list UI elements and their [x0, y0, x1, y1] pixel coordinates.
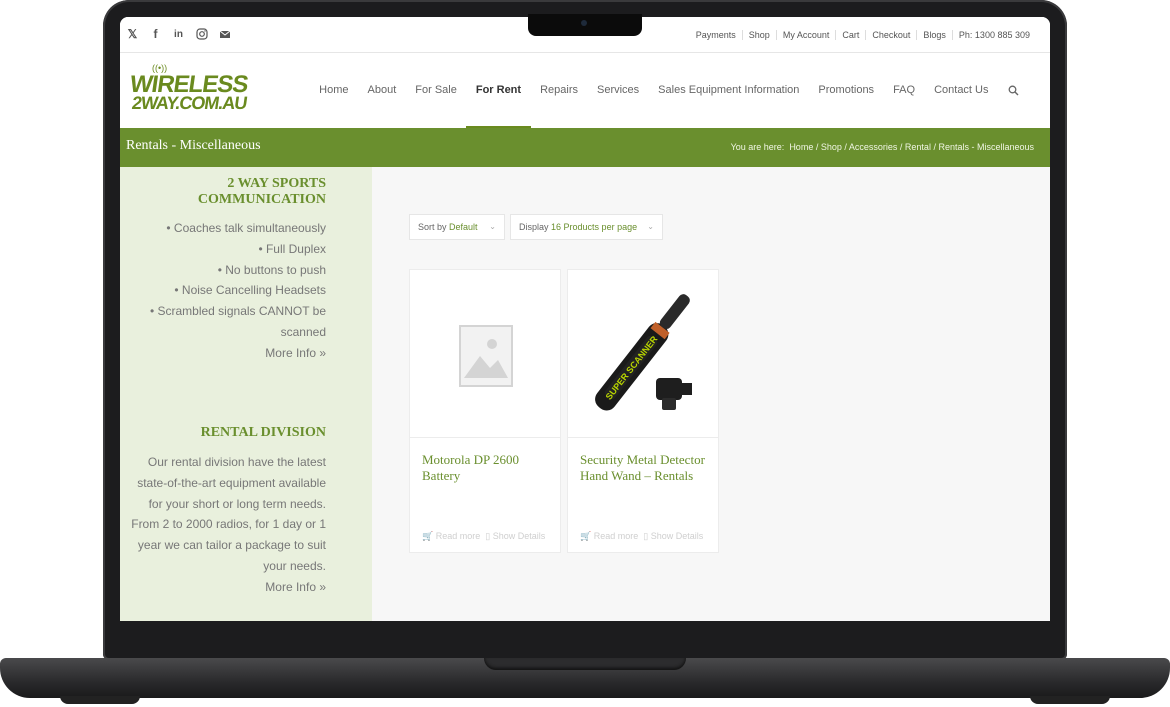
laptop-base — [0, 658, 1170, 698]
mail-icon[interactable] — [218, 28, 231, 41]
show-details-button[interactable]: Show Details — [651, 531, 704, 541]
top-link-payments[interactable]: Payments — [690, 30, 742, 40]
linkedin-icon[interactable]: in — [172, 28, 185, 41]
sports-comm-heading: 2 WAY SPORTS COMMUNICATION — [198, 176, 326, 208]
list-item: scanned — [280, 324, 326, 339]
product-title-link[interactable]: Security Metal Detector Hand Wand – Rent… — [580, 452, 710, 484]
phone-number[interactable]: Ph: 1300 885 309 — [951, 30, 1036, 40]
nav-for-sale[interactable]: For Sale — [406, 53, 467, 128]
top-link-checkout[interactable]: Checkout — [865, 30, 916, 40]
camera-icon — [581, 20, 587, 26]
social-links: 𝕏 f in — [126, 28, 231, 41]
super-scanner-label: SUPER SCANNER — [604, 334, 660, 402]
nav-home[interactable]: Home — [310, 53, 358, 128]
site-header: ((•)) WIRELESS 2WAY.COM.AU Home About Fo… — [120, 53, 1050, 128]
x-icon[interactable]: 𝕏 — [126, 28, 139, 41]
more-info-link[interactable]: More Info » — [131, 577, 326, 598]
top-links: Payments Shop My Account Cart Checkout B… — [690, 30, 1036, 40]
heading-line: COMMUNICATION — [197, 192, 326, 207]
laptop-foot — [60, 696, 140, 704]
nav-faq[interactable]: FAQ — [884, 53, 925, 128]
display-label: Display — [519, 222, 549, 232]
text-line: state-of-the-art equipment available — [137, 475, 326, 490]
nav-for-rent[interactable]: For Rent — [466, 53, 531, 128]
text-line: From 2 to 2000 radios, for 1 day or 1 — [131, 517, 326, 532]
nav-contact-us[interactable]: Contact Us — [925, 53, 998, 128]
sports-comm-list: • Coaches talk simultaneously • Full Dup… — [150, 218, 326, 364]
more-info-link[interactable]: More Info » — [150, 343, 326, 364]
page-title-bar: Rentals - Miscellaneous You are here: Ho… — [120, 128, 1050, 167]
cart-icon: 🛒 — [422, 531, 434, 541]
list-item: • Coaches talk simultaneously — [166, 221, 326, 235]
placeholder-image-icon — [459, 325, 513, 387]
list-item: • No buttons to push — [217, 262, 326, 277]
breadcrumb: You are here: Home / Shop / Accessories … — [730, 142, 1034, 152]
logo-line2: 2WAY.COM.AU — [130, 93, 248, 113]
chevron-down-icon: ⌄ — [489, 222, 496, 231]
top-link-shop[interactable]: Shop — [741, 30, 776, 40]
read-more-button[interactable]: Read more — [436, 531, 481, 541]
breadcrumb-accessories[interactable]: Accessories — [849, 142, 898, 152]
facebook-icon[interactable]: f — [149, 28, 162, 41]
breadcrumb-rental[interactable]: Rental — [905, 142, 931, 152]
product-actions: 🛒 Read more ▯ Show Details — [580, 531, 703, 542]
breadcrumb-prefix: You are here: — [730, 142, 785, 152]
product-actions: 🛒 Read more ▯ Show Details — [422, 531, 545, 542]
metal-detector-image: SUPER SCANNER — [595, 294, 692, 411]
laptop-foot — [1030, 696, 1110, 704]
document-icon: ▯ — [643, 531, 649, 541]
chevron-down-icon: ⌄ — [647, 222, 654, 231]
instagram-icon[interactable] — [195, 28, 208, 41]
product-title-link[interactable]: Motorola DP 2600 Battery — [422, 452, 552, 484]
main-nav: Home About For Sale For Rent Repairs Ser… — [310, 53, 1028, 128]
top-link-my-account[interactable]: My Account — [775, 30, 836, 40]
breadcrumb-shop[interactable]: Shop — [821, 142, 842, 152]
site-logo[interactable]: ((•)) WIRELESS 2WAY.COM.AU — [128, 63, 265, 115]
product-image-placeholder[interactable] — [410, 270, 560, 438]
page-title: Rentals - Miscellaneous — [126, 138, 261, 153]
display-value: 16 Products per page — [551, 222, 638, 232]
laptop-mockup: 𝕏 f in Payments Shop My Account Cart Che… — [0, 0, 1170, 707]
nav-promotions[interactable]: Promotions — [809, 53, 884, 128]
sidebar: 2 WAY SPORTS COMMUNICATION • Coaches tal… — [120, 167, 372, 621]
breadcrumb-current: Rentals - Miscellaneous — [938, 142, 1034, 152]
show-details-button[interactable]: Show Details — [493, 531, 546, 541]
text-line: year we can tailor a package to suit — [137, 538, 326, 553]
product-card[interactable]: Motorola DP 2600 Battery 🛒 Read more ▯ S… — [409, 269, 561, 553]
cart-icon: 🛒 — [580, 531, 592, 541]
document-icon: ▯ — [485, 531, 491, 541]
sort-dropdown[interactable]: Sort by Default ⌄ — [409, 214, 505, 240]
browser-screen: 𝕏 f in Payments Shop My Account Cart Che… — [120, 17, 1050, 621]
list-item: • Noise Cancelling Headsets — [174, 283, 326, 298]
text-line: your needs. — [263, 558, 326, 573]
sort-label: Sort by — [418, 222, 447, 232]
list-item: • Scrambled signals CANNOT be — [149, 304, 326, 319]
laptop-scoop — [484, 658, 686, 670]
nav-services[interactable]: Services — [587, 53, 648, 128]
text-line: Our rental division have the latest — [147, 455, 326, 469]
rental-division-text: Our rental division have the latest stat… — [131, 452, 326, 598]
text-line: for your short or long term needs. — [148, 496, 326, 511]
top-link-blogs[interactable]: Blogs — [916, 30, 952, 40]
nav-repairs[interactable]: Repairs — [531, 53, 588, 128]
nav-about[interactable]: About — [358, 53, 406, 128]
list-item: • Full Duplex — [258, 241, 326, 256]
heading-line: 2 WAY SPORTS — [227, 176, 326, 191]
rental-division-heading: RENTAL DIVISION — [200, 425, 326, 440]
top-link-cart[interactable]: Cart — [835, 30, 865, 40]
read-more-button[interactable]: Read more — [594, 531, 639, 541]
search-icon[interactable] — [998, 53, 1028, 128]
camera-notch — [528, 14, 642, 36]
display-dropdown[interactable]: Display 16 Products per page ⌄ — [510, 214, 663, 240]
product-card[interactable]: SUPER SCANNER Security Metal Detector Ha… — [567, 269, 719, 553]
product-image[interactable]: SUPER SCANNER — [568, 270, 718, 438]
product-area: Sort by Default ⌄ Display 16 Products pe… — [372, 167, 1050, 621]
nav-sales-equipment-information[interactable]: Sales Equipment Information — [649, 53, 809, 128]
breadcrumb-home[interactable]: Home — [789, 142, 813, 152]
sort-value: Default — [449, 222, 478, 232]
